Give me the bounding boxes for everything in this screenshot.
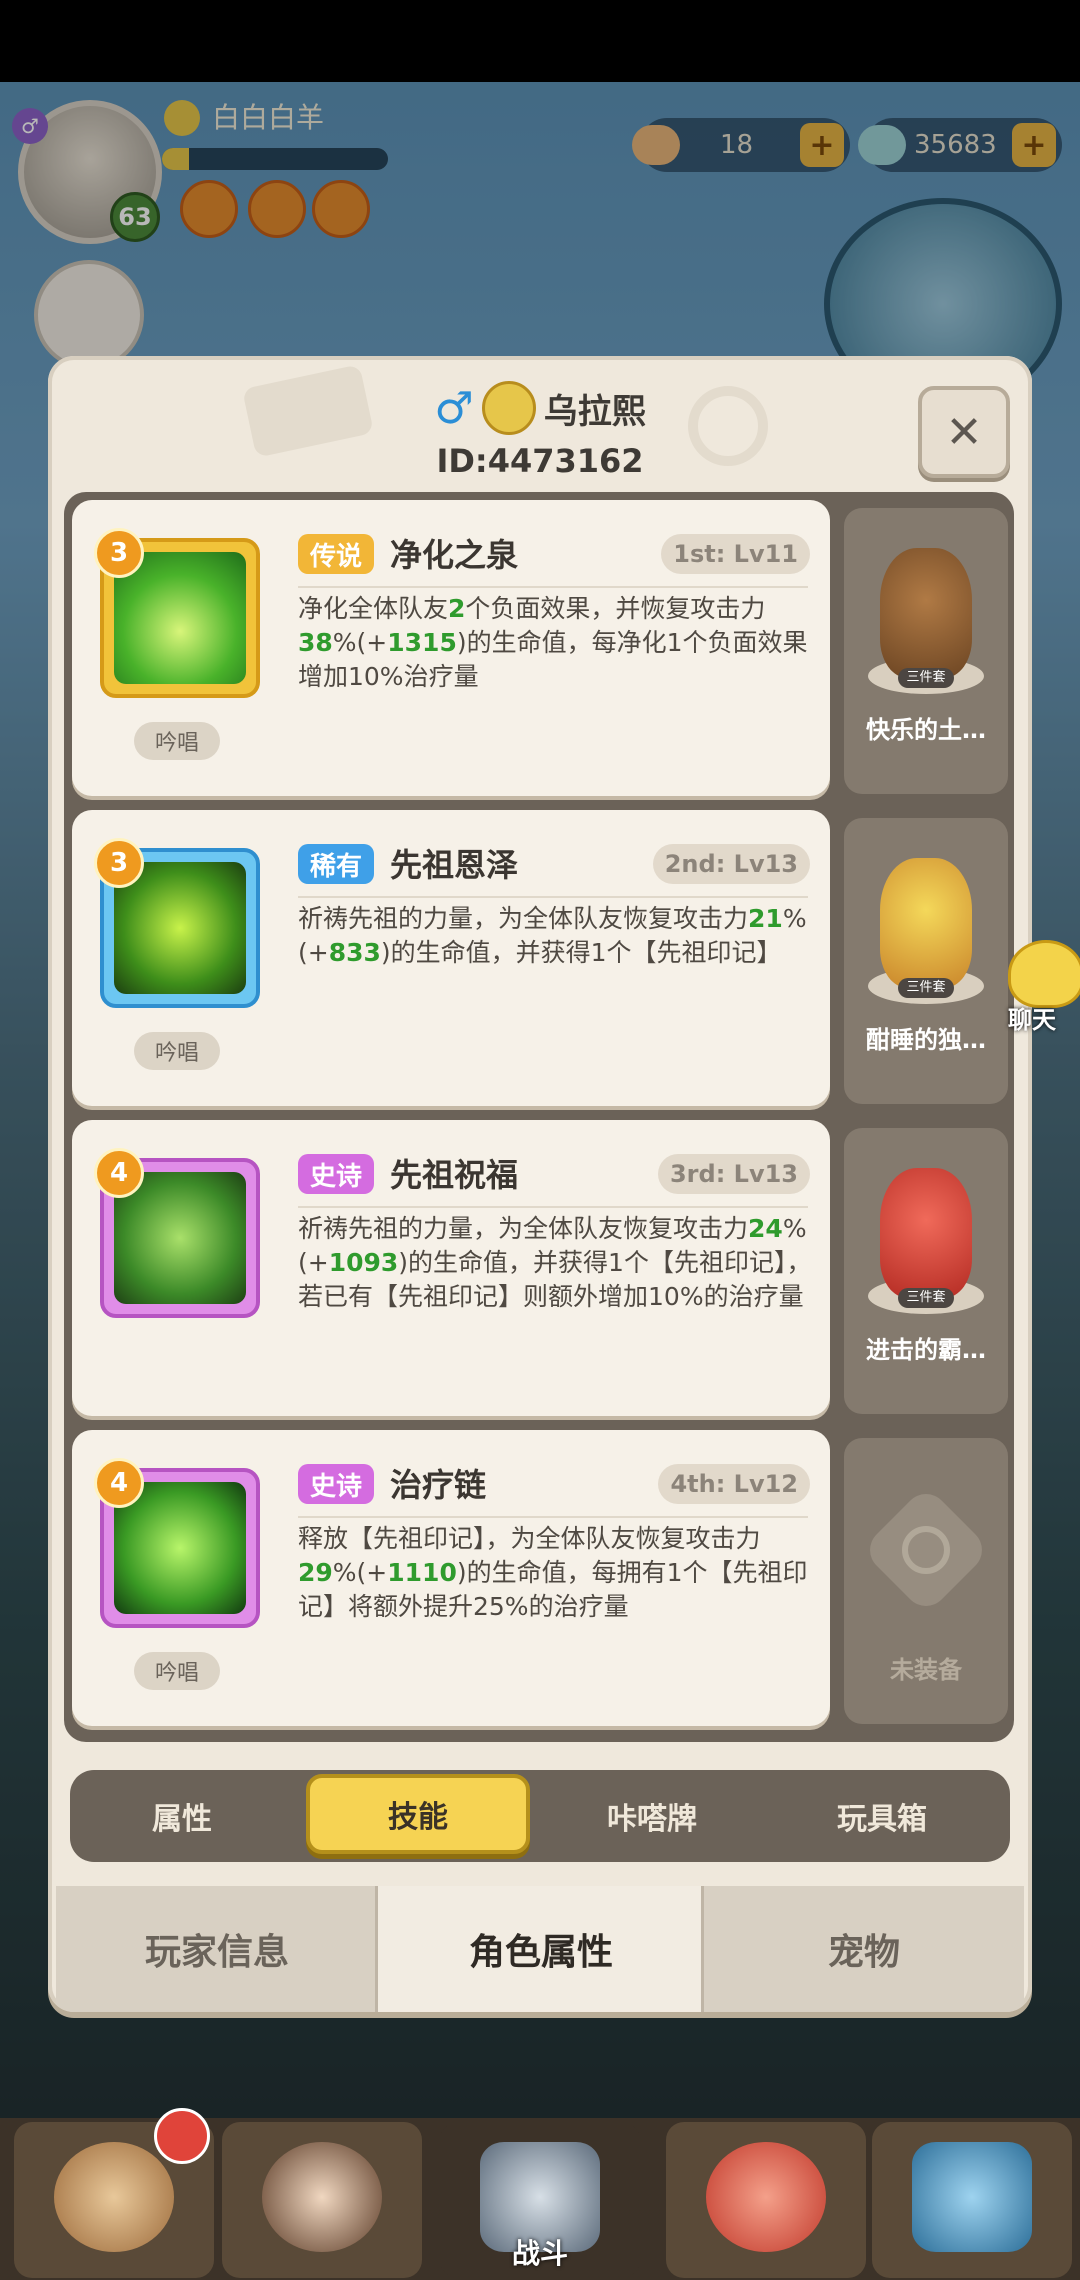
tab-label: 角色属性 bbox=[468, 1932, 613, 1973]
tab-attributes[interactable]: 属性 bbox=[70, 1770, 294, 1862]
sub-tab-bar: 属性 技能 咔嗒牌 玩具箱 bbox=[70, 1770, 1010, 1862]
tab-toybox[interactable]: 玩具箱 bbox=[770, 1770, 994, 1862]
rarity-tag: 传说 bbox=[298, 534, 375, 574]
rarity-tag: 史诗 bbox=[298, 1154, 375, 1194]
chat-label: 聊天 bbox=[1008, 1006, 1056, 1034]
player-face-icon bbox=[481, 381, 536, 435]
skill-slot-level: 4th: Lv12 bbox=[658, 1464, 810, 1504]
profile-player-id: ID:4473162 bbox=[436, 442, 644, 480]
notification-bell-icon bbox=[154, 2108, 210, 2164]
suit-slot-4[interactable]: 未装备 bbox=[844, 1438, 1008, 1724]
tab-pets[interactable]: 宠物 bbox=[704, 1886, 1024, 2012]
character-icon bbox=[262, 2142, 382, 2252]
suit-set-tag: 三件套 bbox=[898, 668, 954, 688]
skills-panel: 3 吟唱 传说 净化之泉 1st: Lv11 净化全体队友2个负面效果，并恢复攻… bbox=[64, 492, 1014, 1742]
skill-name: 先祖祝福 bbox=[390, 1156, 519, 1194]
monkey-figure-icon bbox=[880, 548, 972, 678]
tab-skills[interactable]: 技能 bbox=[306, 1774, 530, 1854]
close-icon: ✕ bbox=[945, 406, 983, 458]
empty-slot-swirl-icon bbox=[902, 1526, 950, 1574]
skill-name: 治疗链 bbox=[390, 1466, 487, 1504]
skill-level-badge: 3 bbox=[94, 838, 144, 888]
rarity-tag: 稀有 bbox=[298, 844, 375, 884]
chant-tag: 吟唱 bbox=[134, 1032, 220, 1070]
tab-character-attributes[interactable]: 角色属性 bbox=[378, 1886, 704, 2012]
tab-label: 宠物 bbox=[827, 1932, 900, 1973]
dino-figure-icon bbox=[880, 1168, 972, 1298]
skill-description: 释放【先祖印记】，为全体队友恢复攻击力29%(+1110)的生命值，每拥有1个【… bbox=[298, 1524, 808, 1621]
suit-set-tag: 三件套 bbox=[898, 1288, 954, 1308]
skill-slot-level: 2nd: Lv13 bbox=[652, 844, 810, 884]
tab-cards[interactable]: 咔嗒牌 bbox=[540, 1770, 764, 1862]
nav-pets[interactable] bbox=[666, 2122, 866, 2278]
suit-slot-1[interactable]: 三件套 快乐的土… bbox=[844, 508, 1008, 794]
skill-description: 祈祷先祖的力量，为全体队友恢复攻击力24%(+1093)的生命值，并获得1个【先… bbox=[298, 1214, 812, 1311]
skill-card-4[interactable]: 4 吟唱 史诗 治疗链 4th: Lv12 释放【先祖印记】，为全体队友恢复攻击… bbox=[72, 1430, 830, 1726]
male-gender-icon: ♂ bbox=[434, 382, 474, 434]
skill-name: 先祖恩泽 bbox=[390, 846, 519, 884]
divider bbox=[298, 1516, 808, 1518]
suit-empty-label: 未装备 bbox=[890, 1656, 962, 1684]
suit-slot-3[interactable]: 三件套 进击的霸… bbox=[844, 1128, 1008, 1414]
chant-tag: 吟唱 bbox=[134, 722, 220, 760]
skill-name: 净化之泉 bbox=[390, 536, 519, 574]
close-button[interactable]: ✕ bbox=[918, 386, 1010, 478]
modal-header: ♂ 乌拉熙 ID:4473162 bbox=[48, 380, 1032, 480]
suit-name: 快乐的土… bbox=[866, 716, 986, 744]
suit-set-tag: 三件套 bbox=[898, 978, 954, 998]
tab-player-info[interactable]: 玩家信息 bbox=[56, 1886, 378, 2012]
chat-face-icon bbox=[1008, 940, 1080, 1008]
shop-icon bbox=[912, 2142, 1032, 2252]
suit-name: 酣睡的独… bbox=[866, 1026, 986, 1054]
skill-icon-frame: 3 bbox=[94, 528, 260, 698]
hero-icon bbox=[54, 2142, 174, 2252]
skill-card-3[interactable]: 4 史诗 先祖祝福 3rd: Lv13 祈祷先祖的力量，为全体队友恢复攻击力24… bbox=[72, 1120, 830, 1416]
chat-button[interactable]: 聊天 bbox=[1000, 940, 1080, 1034]
rarity-tag: 史诗 bbox=[298, 1464, 375, 1504]
skill-slot-level: 1st: Lv11 bbox=[661, 534, 810, 574]
status-bar bbox=[0, 0, 1080, 82]
skill-card-2[interactable]: 3 吟唱 稀有 先祖恩泽 2nd: Lv13 祈祷先祖的力量，为全体队友恢复攻击… bbox=[72, 810, 830, 1106]
bottom-nav: 战斗 bbox=[0, 2108, 1080, 2280]
divider bbox=[298, 586, 808, 588]
skill-icon-frame: 4 bbox=[94, 1458, 260, 1628]
skill-description: 净化全体队友2个负面效果，并恢复攻击力38%(+1315)的生命值，每净化1个负… bbox=[298, 594, 808, 691]
sleeping-figure-icon bbox=[880, 858, 972, 988]
divider bbox=[298, 896, 808, 898]
pet-icon bbox=[706, 2142, 826, 2252]
skill-level-badge: 3 bbox=[94, 528, 144, 578]
skill-card-1[interactable]: 3 吟唱 传说 净化之泉 1st: Lv11 净化全体队友2个负面效果，并恢复攻… bbox=[72, 500, 830, 796]
player-profile-modal: ♂ 乌拉熙 ID:4473162 ✕ 3 吟唱 传说 净化之泉 1st: Lv1… bbox=[48, 356, 1032, 2012]
suit-slot-2[interactable]: 三件套 酣睡的独… bbox=[844, 818, 1008, 1104]
nav-shop[interactable] bbox=[872, 2122, 1072, 2278]
nav-home[interactable] bbox=[14, 2108, 214, 2278]
profile-player-name: 乌拉熙 bbox=[543, 391, 646, 432]
nav-characters[interactable] bbox=[222, 2122, 422, 2278]
main-tab-bar: 玩家信息 角色属性 宠物 bbox=[56, 1886, 1024, 2012]
battle-label: 战斗 bbox=[511, 2237, 568, 2270]
skill-slot-level: 3rd: Lv13 bbox=[657, 1154, 810, 1194]
suit-name: 进击的霸… bbox=[866, 1336, 986, 1364]
nav-battle[interactable]: 战斗 bbox=[440, 2122, 640, 2278]
skill-icon-frame: 4 bbox=[94, 1148, 260, 1318]
chant-tag: 吟唱 bbox=[134, 1652, 220, 1690]
skill-level-badge: 4 bbox=[94, 1148, 144, 1198]
skill-icon-frame: 3 bbox=[94, 838, 260, 1008]
divider bbox=[298, 1206, 808, 1208]
tab-label: 玩家信息 bbox=[144, 1932, 289, 1973]
skill-level-badge: 4 bbox=[94, 1458, 144, 1508]
skill-description: 祈祷先祖的力量，为全体队友恢复攻击力21%(+833)的生命值，并获得1个【先祖… bbox=[298, 904, 807, 967]
